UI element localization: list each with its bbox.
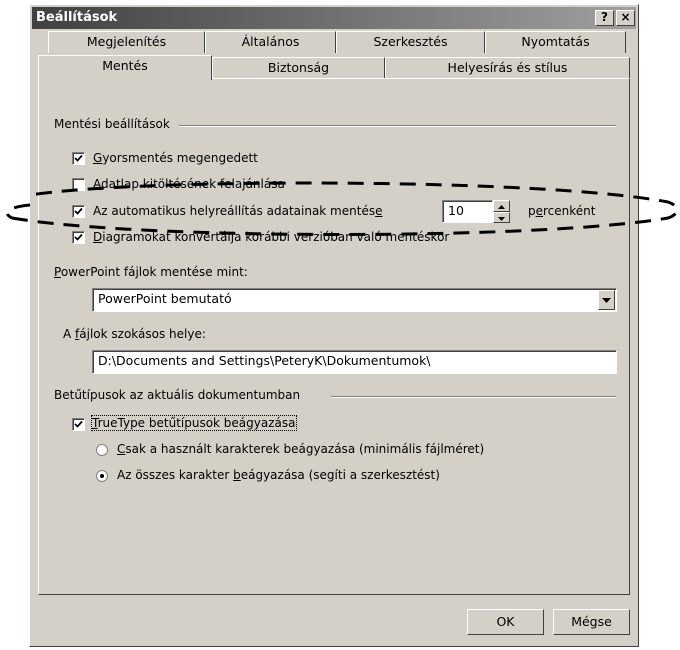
- highlight-ellipse-annotation: [6, 181, 679, 236]
- tab-mentes[interactable]: Mentés: [38, 55, 212, 80]
